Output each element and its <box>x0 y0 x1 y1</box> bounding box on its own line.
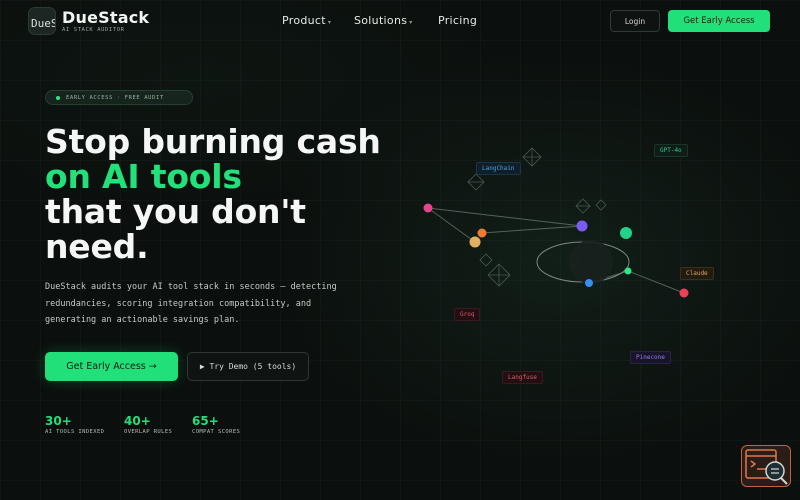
graph-node <box>423 203 433 213</box>
planet <box>569 240 613 284</box>
code-search-icon <box>745 449 788 485</box>
network-graph <box>423 147 689 298</box>
graph-node <box>620 227 632 239</box>
graph-node <box>679 288 689 298</box>
graph-label-langchain: LangChain <box>476 162 521 175</box>
audit-widget-button[interactable] <box>741 445 791 487</box>
graph-node <box>469 236 481 248</box>
graph-label-claude: Claude <box>680 267 714 280</box>
graph-label-pinecone: Pinecone <box>630 351 671 364</box>
graph-edge <box>627 270 685 294</box>
graph-node <box>585 279 593 287</box>
graph-label-groq: Groq <box>454 308 481 321</box>
graph-edge <box>427 207 583 227</box>
graph-node <box>624 267 632 275</box>
graph-node <box>477 228 487 238</box>
graph-label-gpt4o: GPT-4o <box>654 144 688 157</box>
graph-label-langfuse: Langfuse <box>502 371 543 384</box>
graph-node <box>576 220 588 232</box>
graph-edge <box>481 225 583 234</box>
